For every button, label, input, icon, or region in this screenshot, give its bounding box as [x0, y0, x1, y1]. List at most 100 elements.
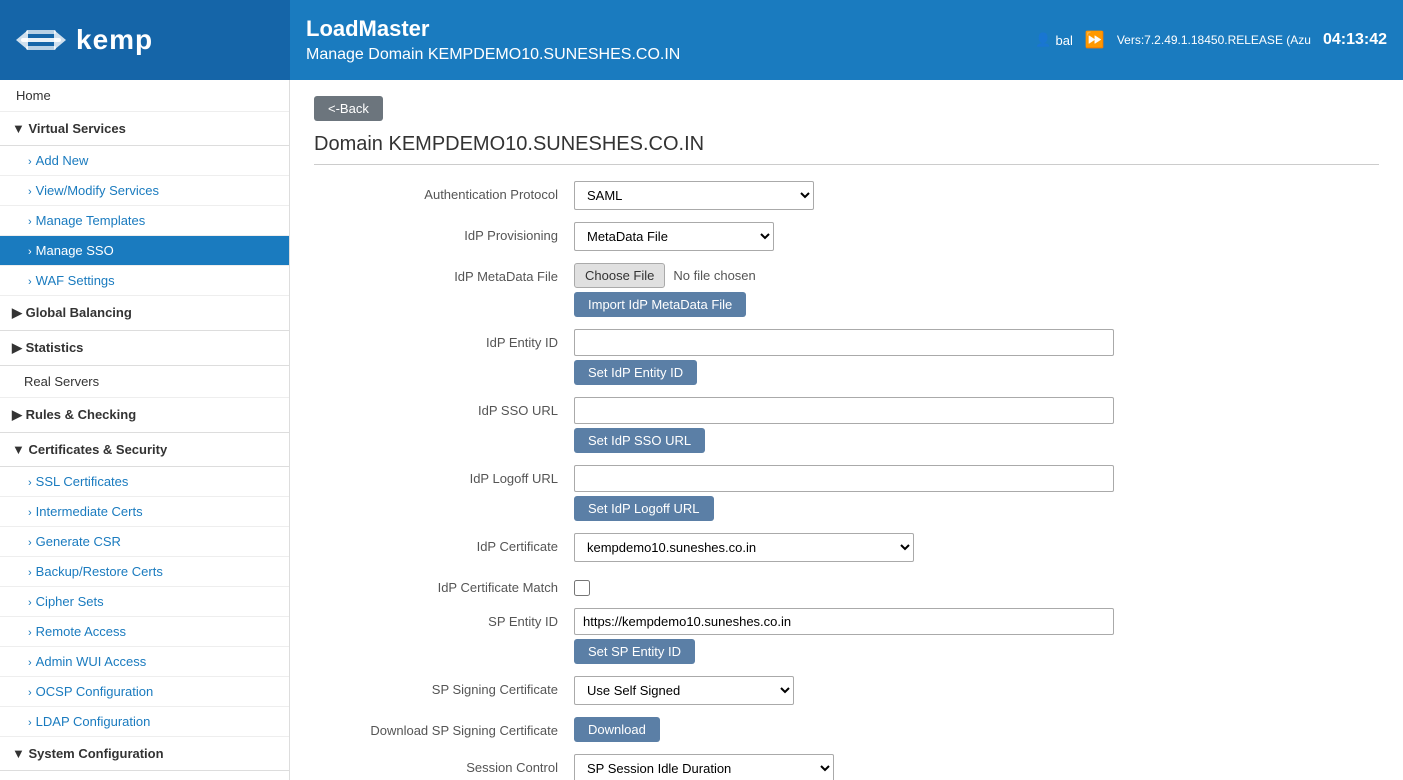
sp-signing-cert-control: Use Self Signed — [574, 676, 1379, 705]
expand-icon-stats: ▶ — [12, 340, 26, 355]
sidebar-child-waf-settings[interactable]: ›WAF Settings — [0, 266, 289, 296]
sidebar-child-intermediate-certs[interactable]: ›Intermediate Certs — [0, 497, 289, 527]
idp-logoff-url-input[interactable] — [574, 465, 1114, 492]
download-sp-row: Download SP Signing Certificate Download — [314, 717, 1379, 742]
idp-cert-match-checkbox[interactable] — [574, 580, 590, 596]
sidebar-child-remote-access[interactable]: ›Remote Access — [0, 617, 289, 647]
no-file-text: No file chosen — [673, 268, 755, 283]
page-title: Domain KEMPDEMO10.SUNESHES.CO.IN — [314, 133, 1379, 165]
set-idp-sso-button[interactable]: Set IdP SSO URL — [574, 428, 705, 453]
idp-cert-match-label: IdP Certificate Match — [314, 574, 574, 595]
sp-signing-cert-row: SP Signing Certificate Use Self Signed — [314, 676, 1379, 705]
idp-sso-url-input[interactable] — [574, 397, 1114, 424]
expand-icon-sys: ▼ — [12, 746, 28, 761]
idp-entity-id-label: IdP Entity ID — [314, 329, 574, 350]
logo-text: kemp — [76, 24, 153, 56]
auth-protocol-label: Authentication Protocol — [314, 181, 574, 202]
expand-icon: ▼ — [12, 121, 28, 136]
header-subtitle: Manage Domain KEMPDEMO10.SUNESHES.CO.IN — [306, 46, 1003, 64]
sp-entity-id-row: SP Entity ID Set SP Entity ID — [314, 608, 1379, 664]
sp-signing-cert-select[interactable]: Use Self Signed — [574, 676, 794, 705]
main-layout: Home ▼ Virtual Services ›Add New ›View/M… — [0, 80, 1403, 780]
top-header: kemp LoadMaster Manage Domain KEMPDEMO10… — [0, 0, 1403, 80]
sidebar-section-virtual-services[interactable]: ▼ Virtual Services — [0, 112, 289, 146]
sp-entity-id-input[interactable] — [574, 608, 1114, 635]
idp-logoff-url-row: IdP Logoff URL Set IdP Logoff URL — [314, 465, 1379, 521]
idp-provisioning-control: MetaData File Manual — [574, 222, 1379, 251]
download-sp-control: Download — [574, 717, 1379, 742]
idp-sso-url-row: IdP SSO URL Set IdP SSO URL — [314, 397, 1379, 453]
idp-certificate-row: IdP Certificate kempdemo10.suneshes.co.i… — [314, 533, 1379, 562]
expand-icon-certs: ▼ — [12, 442, 28, 457]
help-icon[interactable]: ⏩ — [1085, 30, 1105, 50]
idp-metadata-file-label: IdP MetaData File — [314, 263, 574, 284]
set-idp-entity-button[interactable]: Set IdP Entity ID — [574, 360, 697, 385]
header-time: 04:13:42 — [1323, 31, 1387, 49]
download-button[interactable]: Download — [574, 717, 660, 742]
logo-area: kemp — [0, 0, 290, 80]
sidebar-section-certs[interactable]: ▼ Certificates & Security — [0, 433, 289, 467]
import-btn-row: Import IdP MetaData File — [574, 292, 1379, 317]
sidebar-child-cipher-sets[interactable]: ›Cipher Sets — [0, 587, 289, 617]
sidebar-child-backup-certs[interactable]: ›Backup/Restore Certs — [0, 557, 289, 587]
sidebar-section-rules[interactable]: ▶ Rules & Checking — [0, 398, 289, 433]
sidebar-section-system-config[interactable]: ▼ System Configuration — [0, 737, 289, 771]
kemp-logo-icon — [16, 20, 66, 60]
auth-protocol-select[interactable]: SAML LDAP Kerberos RADIUS — [574, 181, 814, 210]
sidebar-item-home[interactable]: Home — [0, 80, 289, 112]
sidebar-section-statistics[interactable]: ▶ Statistics — [0, 331, 289, 366]
auth-protocol-control: SAML LDAP Kerberos RADIUS — [574, 181, 1379, 210]
sidebar-child-generate-csr[interactable]: ›Generate CSR — [0, 527, 289, 557]
session-control-control: SP Session Idle Duration None — [574, 754, 1379, 780]
sidebar-child-admin-wui[interactable]: ›Admin WUI Access — [0, 647, 289, 677]
header-right: LoadMaster Manage Domain KEMPDEMO10.SUNE… — [290, 0, 1019, 80]
sidebar-child-ldap[interactable]: ›LDAP Configuration — [0, 707, 289, 737]
idp-sso-url-control: Set IdP SSO URL — [574, 397, 1379, 453]
set-sp-entity-button[interactable]: Set SP Entity ID — [574, 639, 695, 664]
user-icon: 👤 — [1035, 32, 1051, 48]
idp-certificate-control: kempdemo10.suneshes.co.in — [574, 533, 1379, 562]
session-control-row: Session Control SP Session Idle Duration… — [314, 754, 1379, 780]
choose-file-button[interactable]: Choose File — [574, 263, 665, 288]
sidebar-child-add-new[interactable]: ›Add New — [0, 146, 289, 176]
sp-entity-id-control: Set SP Entity ID — [574, 608, 1379, 664]
sidebar-child-manage-sso[interactable]: ›Manage SSO — [0, 236, 289, 266]
set-idp-logoff-button[interactable]: Set IdP Logoff URL — [574, 496, 714, 521]
sidebar-section-global-balancing[interactable]: ▶ Global Balancing — [0, 296, 289, 331]
idp-entity-id-row: IdP Entity ID Set IdP Entity ID — [314, 329, 1379, 385]
sidebar-child-view-modify[interactable]: ›View/Modify Services — [0, 176, 289, 206]
file-row: Choose File No file chosen — [574, 263, 1379, 288]
idp-logoff-url-label: IdP Logoff URL — [314, 465, 574, 486]
idp-entity-id-input[interactable] — [574, 329, 1114, 356]
idp-logoff-url-control: Set IdP Logoff URL — [574, 465, 1379, 521]
sidebar-item-real-servers[interactable]: Real Servers — [0, 366, 289, 398]
auth-protocol-row: Authentication Protocol SAML LDAP Kerber… — [314, 181, 1379, 210]
idp-metadata-file-control: Choose File No file chosen Import IdP Me… — [574, 263, 1379, 317]
sp-signing-cert-label: SP Signing Certificate — [314, 676, 574, 697]
idp-provisioning-label: IdP Provisioning — [314, 222, 574, 243]
sidebar: Home ▼ Virtual Services ›Add New ›View/M… — [0, 80, 290, 780]
import-metadata-button[interactable]: Import IdP MetaData File — [574, 292, 746, 317]
expand-icon-rules: ▶ — [12, 407, 26, 422]
session-control-label: Session Control — [314, 754, 574, 775]
expand-icon-gb: ▶ — [12, 305, 26, 320]
back-button[interactable]: <-Back — [314, 96, 383, 121]
idp-cert-match-control — [574, 574, 1379, 596]
header-user: 👤 bal — [1035, 32, 1073, 48]
sidebar-child-ocsp[interactable]: ›OCSP Configuration — [0, 677, 289, 707]
idp-provisioning-select[interactable]: MetaData File Manual — [574, 222, 774, 251]
download-sp-label: Download SP Signing Certificate — [314, 717, 574, 738]
header-version: Vers:7.2.49.1.18450.RELEASE (Azu — [1117, 33, 1311, 47]
idp-certificate-select[interactable]: kempdemo10.suneshes.co.in — [574, 533, 914, 562]
idp-entity-id-control: Set IdP Entity ID — [574, 329, 1379, 385]
idp-metadata-file-row: IdP MetaData File Choose File No file ch… — [314, 263, 1379, 317]
idp-sso-url-label: IdP SSO URL — [314, 397, 574, 418]
sidebar-child-manage-templates[interactable]: ›Manage Templates — [0, 206, 289, 236]
username: bal — [1056, 33, 1073, 48]
header-title: LoadMaster — [306, 16, 1003, 42]
session-control-select[interactable]: SP Session Idle Duration None — [574, 754, 834, 780]
idp-certificate-label: IdP Certificate — [314, 533, 574, 554]
sidebar-child-ssl-certs[interactable]: ›SSL Certificates — [0, 467, 289, 497]
header-meta: 👤 bal ⏩ Vers:7.2.49.1.18450.RELEASE (Azu… — [1019, 0, 1403, 80]
sp-entity-id-label: SP Entity ID — [314, 608, 574, 629]
